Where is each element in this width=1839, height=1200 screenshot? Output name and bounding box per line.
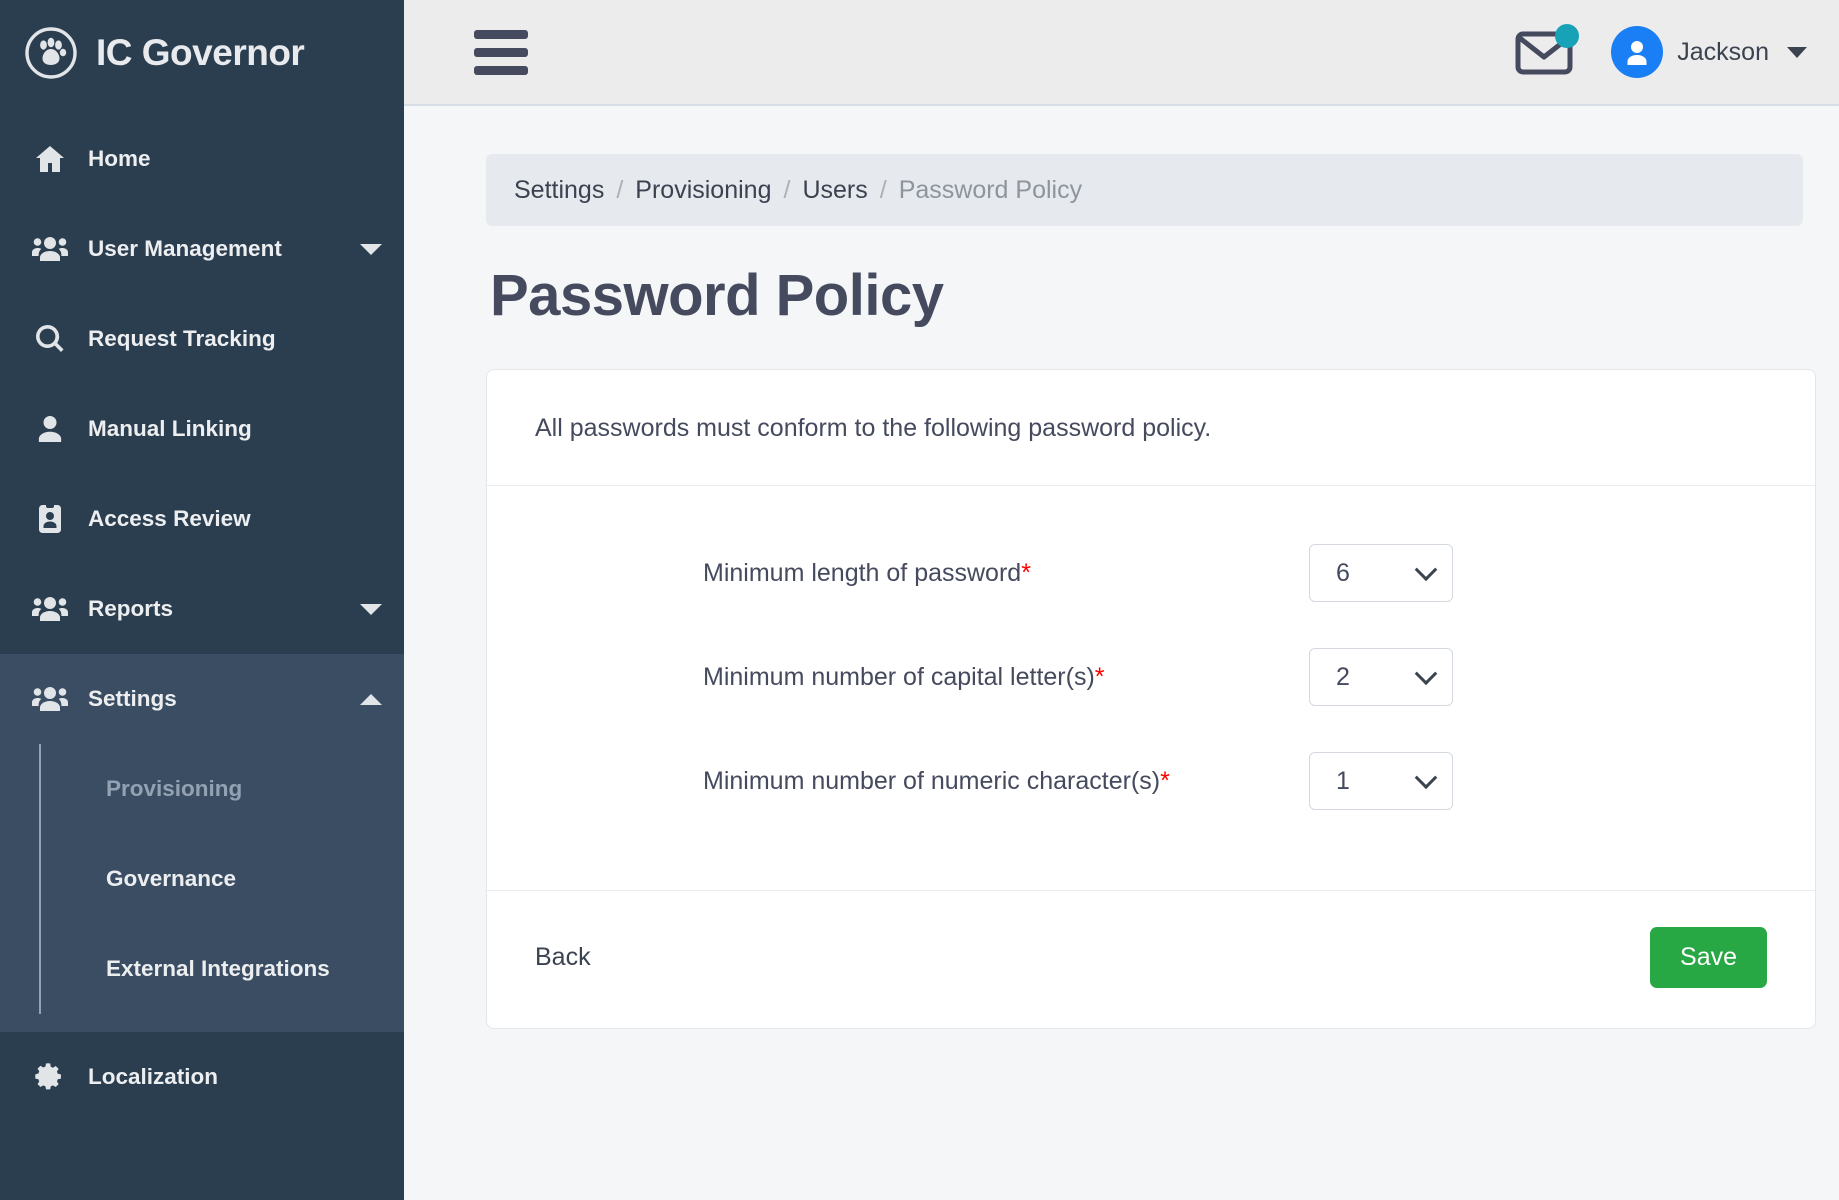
- breadcrumb-item-password-policy: Password Policy: [898, 175, 1083, 204]
- sidebar-item-settings[interactable]: Settings: [0, 654, 404, 744]
- user-avatar-icon: [1611, 26, 1664, 78]
- chevron-up-icon[interactable]: [360, 693, 382, 705]
- sidebar: IC Governor Home User Management Request…: [0, 0, 404, 1200]
- required-marker: *: [1094, 662, 1105, 691]
- select-capital-letters[interactable]: 2: [1309, 648, 1453, 706]
- sidebar-subitem-governance[interactable]: Governance: [41, 834, 404, 924]
- sidebar-item-label: Request Tracking: [88, 326, 276, 351]
- sidebar-item-label: Settings: [88, 686, 177, 711]
- users-icon: [28, 235, 72, 263]
- sidebar-item-label: Access Review: [88, 506, 251, 531]
- breadcrumb-separator: /: [783, 175, 791, 204]
- sidebar-item-home[interactable]: Home: [0, 114, 404, 204]
- form-row-capital-letters: Minimum number of capital letter(s)* 2: [535, 648, 1767, 706]
- chevron-down-icon: [1414, 558, 1438, 582]
- page-title: Password Policy: [490, 263, 944, 328]
- chevron-down-icon[interactable]: [360, 243, 382, 255]
- sidebar-group-settings: Settings Provisioning Governance Externa…: [0, 654, 404, 1032]
- sidebar-item-reports[interactable]: Reports: [0, 564, 404, 654]
- label-capital-letters: Minimum number of capital letter(s)*: [703, 663, 1263, 692]
- password-policy-form: Minimum length of password* 6 Minimum nu…: [487, 486, 1815, 850]
- breadcrumb-separator: /: [879, 175, 887, 204]
- paw-circle-icon: [24, 26, 78, 80]
- main-area: Jackson Settings / Provisioning / Users …: [404, 0, 1839, 1200]
- breadcrumb-item-settings[interactable]: Settings: [514, 176, 604, 205]
- sidebar-item-localization[interactable]: Localization: [0, 1032, 404, 1122]
- select-value: 6: [1336, 558, 1350, 587]
- sidebar-item-request-tracking[interactable]: Request Tracking: [0, 294, 404, 384]
- gear-icon: [28, 1062, 72, 1092]
- sidebar-item-label: Manual Linking: [88, 416, 252, 441]
- sidebar-subitem-label: External Integrations: [106, 955, 330, 981]
- label-numeric-characters: Minimum number of numeric character(s)*: [703, 767, 1263, 796]
- hamburger-icon[interactable]: [474, 29, 528, 75]
- label-text: Minimum number of numeric character(s): [703, 766, 1161, 795]
- sidebar-subitem-external-integrations[interactable]: External Integrations: [41, 924, 404, 1014]
- sidebar-item-label: Reports: [88, 596, 174, 621]
- person-icon: [28, 415, 72, 443]
- search-icon: [28, 323, 72, 355]
- select-value: 2: [1336, 662, 1350, 691]
- topbar: Jackson: [404, 0, 1839, 106]
- label-text: Minimum length of password: [703, 558, 1022, 587]
- save-button[interactable]: Save: [1650, 927, 1767, 988]
- sidebar-item-user-management[interactable]: User Management: [0, 204, 404, 294]
- label-minimum-length: Minimum length of password*: [703, 559, 1263, 588]
- form-row-numeric-characters: Minimum number of numeric character(s)* …: [535, 752, 1767, 810]
- sidebar-item-manual-linking[interactable]: Manual Linking: [0, 384, 404, 474]
- app-root: IC Governor Home User Management Request…: [0, 0, 1839, 1200]
- chevron-down-icon[interactable]: [360, 603, 382, 615]
- brand-title: IC Governor: [96, 32, 305, 73]
- users-icon: [28, 685, 72, 713]
- chevron-down-icon[interactable]: [1787, 46, 1807, 58]
- users-icon: [28, 595, 72, 623]
- card-intro-text: All passwords must conform to the follow…: [487, 370, 1815, 486]
- home-icon: [28, 143, 72, 175]
- user-name: Jackson: [1677, 37, 1769, 66]
- content-area: Settings / Provisioning / Users / Passwo…: [404, 106, 1839, 1200]
- label-text: Minimum number of capital letter(s): [703, 662, 1095, 691]
- brand[interactable]: IC Governor: [0, 0, 404, 106]
- select-minimum-length[interactable]: 6: [1309, 544, 1453, 602]
- select-numeric-characters[interactable]: 1: [1309, 752, 1453, 810]
- sidebar-item-access-review[interactable]: Access Review: [0, 474, 404, 564]
- id-badge-icon: [28, 503, 72, 535]
- settings-subnav: Provisioning Governance External Integra…: [0, 744, 404, 1032]
- sidebar-nav: Home User Management Request Tracking Ma…: [0, 106, 404, 1200]
- required-marker: *: [1021, 558, 1031, 587]
- back-button[interactable]: Back: [535, 943, 591, 972]
- breadcrumb-item-provisioning[interactable]: Provisioning: [635, 176, 771, 205]
- breadcrumb: Settings / Provisioning / Users / Passwo…: [486, 154, 1803, 226]
- user-menu[interactable]: Jackson: [1611, 26, 1807, 78]
- sidebar-item-label: User Management: [88, 236, 282, 261]
- breadcrumb-item-users[interactable]: Users: [802, 176, 867, 205]
- sidebar-subitem-provisioning[interactable]: Provisioning: [41, 744, 404, 834]
- chevron-down-icon: [1414, 662, 1438, 686]
- chevron-down-icon: [1414, 766, 1438, 790]
- envelope-icon[interactable]: [1515, 24, 1580, 76]
- card-footer: Back Save: [487, 890, 1815, 1028]
- password-policy-card: All passwords must conform to the follow…: [486, 369, 1816, 1029]
- sidebar-item-label: Localization: [88, 1064, 219, 1089]
- topbar-right: Jackson: [1515, 24, 1807, 78]
- sidebar-subitem-label: Provisioning: [106, 775, 243, 801]
- breadcrumb-separator: /: [616, 175, 624, 204]
- select-value: 1: [1336, 766, 1350, 795]
- form-row-minimum-length: Minimum length of password* 6: [535, 544, 1767, 602]
- sidebar-item-label: Home: [88, 146, 151, 171]
- required-marker: *: [1160, 766, 1170, 795]
- sidebar-subitem-label: Governance: [106, 865, 237, 891]
